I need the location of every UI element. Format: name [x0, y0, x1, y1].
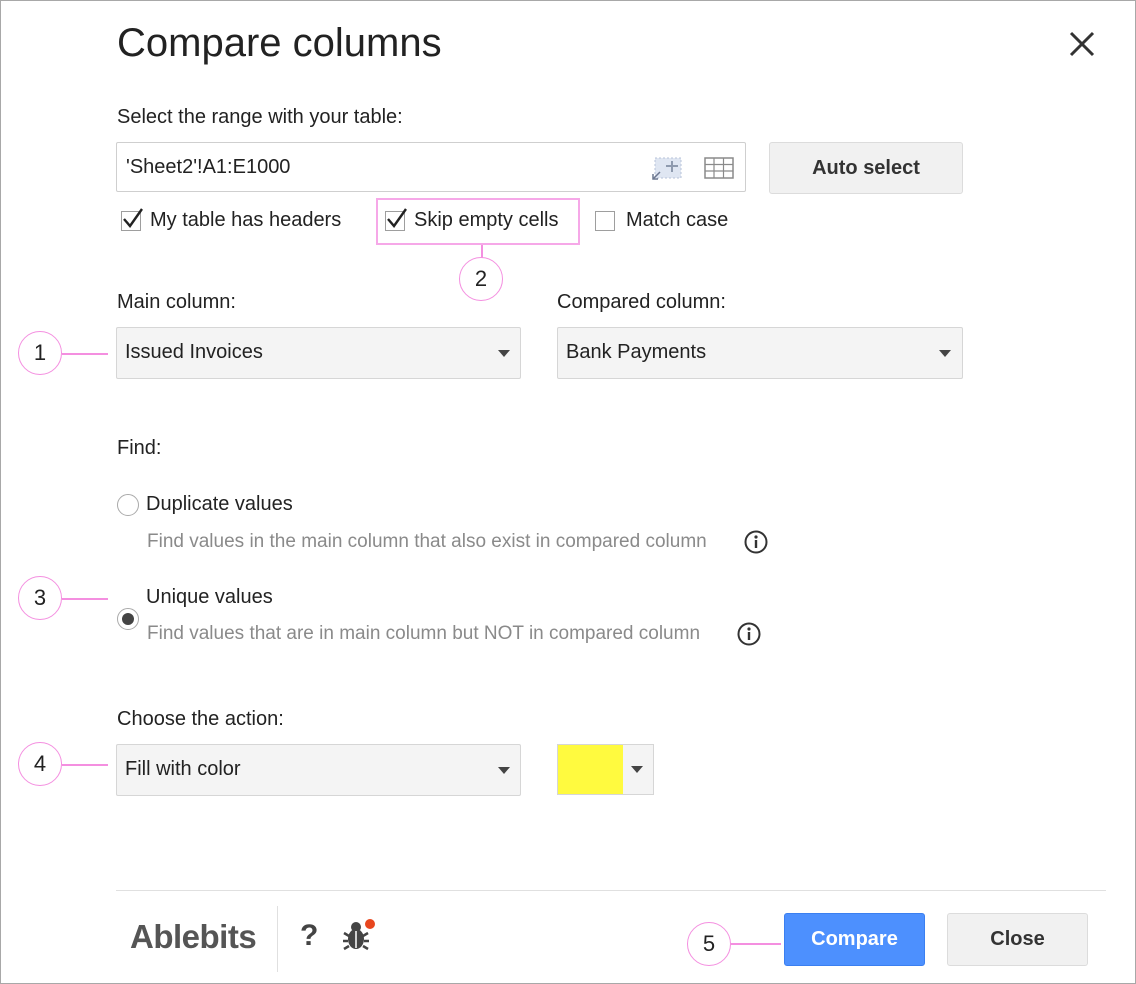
headers-checkbox[interactable]	[121, 207, 143, 231]
chevron-down-icon	[498, 350, 510, 357]
callout-3: 3	[18, 576, 62, 620]
range-input[interactable]: 'Sheet2'!A1:E1000	[116, 142, 746, 192]
callout-4-connector	[62, 764, 108, 766]
help-icon[interactable]: ?	[300, 919, 318, 953]
dialog-title: Compare columns	[117, 21, 442, 65]
skip-empty-label: Skip empty cells	[414, 209, 559, 231]
compared-column-select[interactable]: Bank Payments	[557, 327, 963, 379]
range-value: 'Sheet2'!A1:E1000	[126, 156, 291, 178]
unique-values-description: Find values that are in main column but …	[147, 623, 701, 644]
range-label: Select the range with your table:	[117, 106, 403, 128]
chevron-down-icon	[939, 350, 951, 357]
chevron-down-icon	[631, 766, 643, 773]
checkmark-icon	[123, 207, 143, 228]
notification-dot	[365, 919, 375, 929]
callout-2: 2	[459, 257, 503, 301]
main-column-value: Issued Invoices	[125, 341, 263, 363]
headers-option[interactable]: My table has headers	[121, 207, 342, 232]
duplicate-values-label[interactable]: Duplicate values	[146, 493, 293, 516]
compare-button[interactable]: Compare	[784, 913, 925, 966]
auto-select-button[interactable]: Auto select	[769, 142, 963, 194]
find-label: Find:	[117, 437, 162, 459]
callout-1: 1	[18, 331, 62, 375]
color-swatch	[558, 745, 623, 794]
compared-column-value: Bank Payments	[566, 341, 707, 363]
footer-divider	[116, 890, 1106, 891]
duplicate-values-radio[interactable]	[117, 494, 139, 516]
chevron-down-icon	[498, 767, 510, 774]
footer-vertical-divider	[277, 906, 278, 972]
close-icon[interactable]	[1067, 29, 1097, 59]
compared-column-label: Compared column:	[557, 291, 726, 313]
action-value: Fill with color	[125, 758, 241, 780]
close-button[interactable]: Close	[947, 913, 1088, 966]
select-range-icon[interactable]	[651, 155, 685, 181]
match-case-option[interactable]: Match case	[595, 209, 728, 232]
callout-4: 4	[18, 742, 62, 786]
callout-5: 5	[687, 922, 731, 966]
info-icon[interactable]	[744, 530, 768, 554]
callout-5-connector	[731, 943, 781, 945]
info-icon[interactable]	[737, 622, 761, 646]
bug-report-icon[interactable]	[341, 918, 375, 954]
table-grid-icon[interactable]	[703, 155, 737, 181]
headers-label: My table has headers	[150, 209, 342, 231]
main-column-label: Main column:	[117, 291, 236, 313]
match-case-checkbox[interactable]	[595, 210, 615, 231]
callout-1-connector	[62, 353, 108, 355]
duplicate-values-description: Find values in the main column that also…	[147, 531, 707, 552]
ablebits-logo: Ablebits	[130, 918, 257, 955]
color-picker[interactable]	[557, 744, 654, 795]
compare-columns-dialog: Compare columns Select the range with yo…	[0, 0, 1136, 984]
unique-values-radio[interactable]	[117, 608, 139, 630]
checkmark-icon	[387, 207, 407, 228]
main-column-select[interactable]: Issued Invoices	[116, 327, 521, 379]
action-label: Choose the action:	[117, 708, 284, 730]
callout-3-connector	[62, 598, 108, 600]
match-case-label: Match case	[626, 209, 729, 231]
action-select[interactable]: Fill with color	[116, 744, 521, 796]
unique-values-label[interactable]: Unique values	[146, 586, 273, 609]
skip-empty-checkbox[interactable]	[385, 207, 407, 231]
skip-empty-option[interactable]: Skip empty cells	[385, 207, 559, 232]
